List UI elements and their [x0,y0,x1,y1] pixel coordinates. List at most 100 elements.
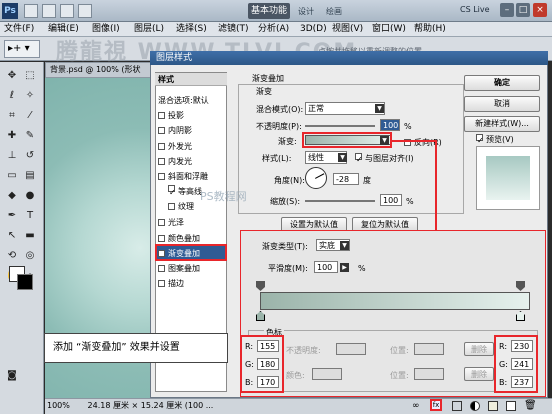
blur-tool-icon[interactable]: ◆ [4,188,20,204]
crop-tool-icon[interactable]: ⌗ [4,108,20,124]
chevron-down-icon[interactable]: ▼ [340,241,349,250]
background-color-swatch[interactable] [17,274,33,290]
delete-stop-button[interactable]: 删除 [464,342,494,356]
cancel-button[interactable]: 取消 [464,96,540,112]
new-layer-icon[interactable] [506,401,516,411]
checkbox[interactable] [158,127,165,134]
maximize-button[interactable]: □ [516,3,530,17]
3d-orbit-icon[interactable]: ◎ [22,248,38,264]
dodge-tool-icon[interactable]: ● [22,188,38,204]
effect-stroke[interactable]: 描边 [158,277,184,290]
gradient-tool-icon[interactable]: ▤ [22,168,38,184]
trash-icon[interactable]: 🗑 [524,400,537,411]
stop-opacity-input[interactable] [336,343,366,355]
effect-inner-glow[interactable]: 内发光 [158,155,192,168]
right-g-input[interactable]: 241 [511,358,533,370]
new-group-icon[interactable] [488,401,498,411]
checkbox[interactable] [158,173,165,180]
pen-tool-icon[interactable]: ✒ [4,208,20,224]
minimize-button[interactable]: – [500,3,514,17]
stop-color-swatch[interactable] [312,368,342,380]
scale-unit: % [406,197,414,206]
marquee-tool-icon[interactable]: ⬚ [22,68,38,84]
blend-options-item[interactable]: 混合选项:默认 [158,94,209,107]
ok-button[interactable]: 确定 [464,75,540,91]
zoom-level[interactable]: 100% [45,399,85,413]
checkbox[interactable] [168,203,175,210]
blend-mode-select[interactable]: 正常 [305,102,385,115]
chevron-right-icon[interactable]: ▶ [340,263,349,272]
shape-tool-icon[interactable]: ▬ [22,228,38,244]
effect-inner-shadow[interactable]: 内阴影 [158,124,192,137]
checkbox[interactable] [158,143,165,150]
opacity-slider[interactable] [305,125,375,127]
chevron-down-icon[interactable]: ▼ [375,104,384,113]
left-r-input[interactable]: 155 [257,340,279,352]
checkbox[interactable] [158,235,165,242]
left-g-input[interactable]: 180 [257,358,279,370]
workspace-paint-link[interactable]: 绘画 [326,6,342,17]
right-b-input[interactable]: 237 [511,376,533,388]
zoom-level-icon[interactable] [60,4,74,18]
magic-wand-icon[interactable]: ✧ [22,88,38,104]
workspace-button[interactable]: 基本功能 [248,3,290,19]
delete-stop-button-2[interactable]: 删除 [464,367,494,381]
arrange-documents-icon[interactable] [78,4,92,18]
close-button[interactable]: × [533,3,547,17]
type-tool-icon[interactable]: T [22,208,38,224]
smoothness-input[interactable]: 100 [314,261,338,273]
clone-stamp-icon[interactable]: ⊥ [4,148,20,164]
fx-icon[interactable]: fx [430,399,442,411]
stop-location-input-2[interactable] [414,368,444,380]
stop-location-input[interactable] [414,343,444,355]
gradient-bar[interactable] [260,292,530,310]
3d-rotate-icon[interactable]: ⟲ [4,248,20,264]
checkbox[interactable]: ✓ [168,185,176,197]
effect-outer-glow[interactable]: 外发光 [158,140,192,153]
path-selection-icon[interactable]: ↖ [4,228,20,244]
new-style-button[interactable]: 新建样式(W)... [464,116,540,132]
mini-bridge-icon[interactable] [42,4,56,18]
menu-help[interactable]: 帮助(H) [414,23,446,36]
workspace-design-link[interactable]: 设计 [298,6,314,17]
eraser-tool-icon[interactable]: ▭ [4,168,20,184]
align-checkbox[interactable]: ✓ 与图层对齐(I) [355,153,414,164]
preview-checkbox[interactable]: ✓ 预览(V) [476,134,514,145]
tool-preset-picker[interactable]: ▸+ ▾ [4,40,40,58]
adjustment-layer-icon[interactable] [470,401,480,411]
bridge-icon[interactable] [24,4,38,18]
effect-drop-shadow[interactable]: 投影 [158,109,184,122]
menu-window[interactable]: 窗口(W) [372,23,406,36]
document-tab[interactable]: 背景.psd @ 100% (形状 [45,62,155,78]
document-size: 24.18 厘米 × 15.24 厘米 (100 ... [87,401,214,410]
lasso-tool-icon[interactable]: ℓ [4,88,20,104]
quick-mask-icon[interactable]: ◙ [4,368,20,384]
left-b-input[interactable]: 170 [257,376,279,388]
checkbox[interactable] [158,265,165,272]
scale-slider[interactable] [305,200,375,202]
healing-brush-icon[interactable]: ✚ [4,128,20,144]
opacity-input[interactable]: 100 [380,119,400,131]
add-mask-icon[interactable] [452,401,462,411]
chevron-down-icon[interactable]: ▼ [338,153,347,162]
link-layers-icon[interactable]: ∞ [412,401,420,411]
history-brush-icon[interactable]: ↺ [22,148,38,164]
brush-tool-icon[interactable]: ✎ [22,128,38,144]
angle-input[interactable]: -28 [333,173,359,185]
right-r-input[interactable]: 230 [511,340,533,352]
checkbox[interactable] [158,280,165,287]
effect-contour[interactable]: ✓ 等高线 [168,185,202,198]
styles-header[interactable]: 样式 [155,73,227,86]
cs-live-button[interactable]: CS Live [460,5,490,14]
effect-satin[interactable]: 光泽 [158,216,184,229]
effect-texture[interactable]: 纹理 [168,200,194,213]
effect-pattern-overlay[interactable]: 图案叠加 [158,262,200,275]
scale-input[interactable]: 100 [380,194,402,206]
checkbox[interactable] [158,112,165,119]
move-tool-icon[interactable]: ✥ [4,68,20,84]
effect-bevel-emboss[interactable]: 斜面和浮雕 [158,170,208,183]
menu-file[interactable]: 文件(F) [4,23,34,36]
checkbox[interactable] [158,219,165,226]
eyedropper-icon[interactable]: ⁄ [22,108,38,124]
checkbox[interactable] [158,158,165,165]
